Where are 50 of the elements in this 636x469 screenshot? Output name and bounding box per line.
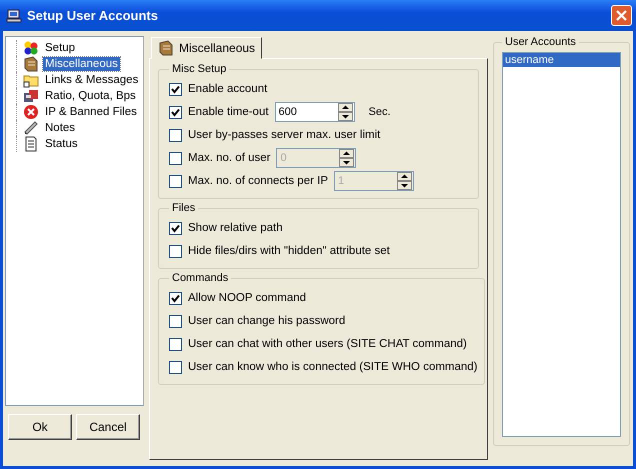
disks-icon bbox=[23, 88, 39, 104]
unit-label: Sec. bbox=[368, 106, 391, 118]
tree-item[interactable]: Links & Messages bbox=[43, 73, 140, 87]
checkbox-label: User can know who is connected (SITE WHO command) bbox=[188, 361, 478, 373]
checkbox[interactable] bbox=[169, 82, 182, 96]
checkbox-label: Enable account bbox=[188, 83, 268, 95]
list-item[interactable]: username bbox=[503, 53, 620, 67]
tree-item[interactable]: Ratio, Quota, Bps bbox=[43, 89, 138, 103]
checkbox[interactable] bbox=[169, 338, 182, 350]
tree-item[interactable]: Setup bbox=[43, 41, 78, 55]
checkbox-label: Enable time-out bbox=[188, 106, 269, 118]
book-icon bbox=[158, 40, 174, 56]
group-title: User Accounts bbox=[504, 36, 577, 48]
close-icon bbox=[615, 9, 628, 22]
checkbox[interactable] bbox=[169, 244, 182, 258]
cancel-button[interactable]: Cancel bbox=[76, 414, 140, 440]
checkbox-label: User can change his password bbox=[188, 315, 346, 327]
checkbox-label: Show relative path bbox=[188, 222, 283, 234]
error-icon bbox=[23, 104, 39, 120]
checkbox-label: User by-passes server max. user limit bbox=[188, 129, 380, 141]
ok-button[interactable]: Ok bbox=[8, 414, 72, 440]
pencil-icon bbox=[23, 120, 39, 136]
checkbox-label: Allow NOOP command bbox=[188, 292, 306, 304]
close-button[interactable] bbox=[611, 5, 632, 26]
balls-icon bbox=[23, 40, 39, 56]
checkbox[interactable] bbox=[169, 360, 182, 374]
spin-field[interactable]: 600 bbox=[274, 102, 355, 122]
tree-item[interactable]: Miscellaneous bbox=[43, 57, 120, 71]
checkbox[interactable] bbox=[169, 106, 182, 118]
tree-item[interactable]: IP & Banned Files bbox=[43, 105, 139, 119]
tab[interactable]: Miscellaneous bbox=[151, 37, 262, 59]
checkbox[interactable] bbox=[169, 128, 182, 142]
checkbox-label: User can chat with other users (SITE CHAT command) bbox=[188, 338, 467, 350]
computer-icon bbox=[6, 8, 22, 24]
spin-arrows-icon[interactable] bbox=[338, 103, 353, 121]
checkbox-label: Max. no. of user bbox=[188, 152, 270, 164]
accounts-list[interactable]: username bbox=[502, 52, 621, 437]
window-title: Setup User Accounts bbox=[27, 8, 159, 23]
checkbox[interactable] bbox=[169, 292, 182, 304]
book-icon bbox=[23, 56, 39, 72]
group-title: Commands bbox=[171, 272, 230, 284]
document-icon bbox=[23, 136, 39, 152]
group-title: Misc Setup bbox=[171, 63, 228, 75]
checkbox[interactable] bbox=[169, 222, 182, 234]
tree-item[interactable]: Status bbox=[43, 137, 80, 151]
checkbox-label: Hide files/dirs with "hidden" attribute set bbox=[188, 245, 390, 257]
checkbox-label: Max. no. of connects per IP bbox=[188, 175, 328, 187]
tree-item[interactable]: Notes bbox=[43, 121, 78, 135]
group-title: Files bbox=[171, 202, 196, 214]
checkbox[interactable] bbox=[169, 314, 182, 328]
